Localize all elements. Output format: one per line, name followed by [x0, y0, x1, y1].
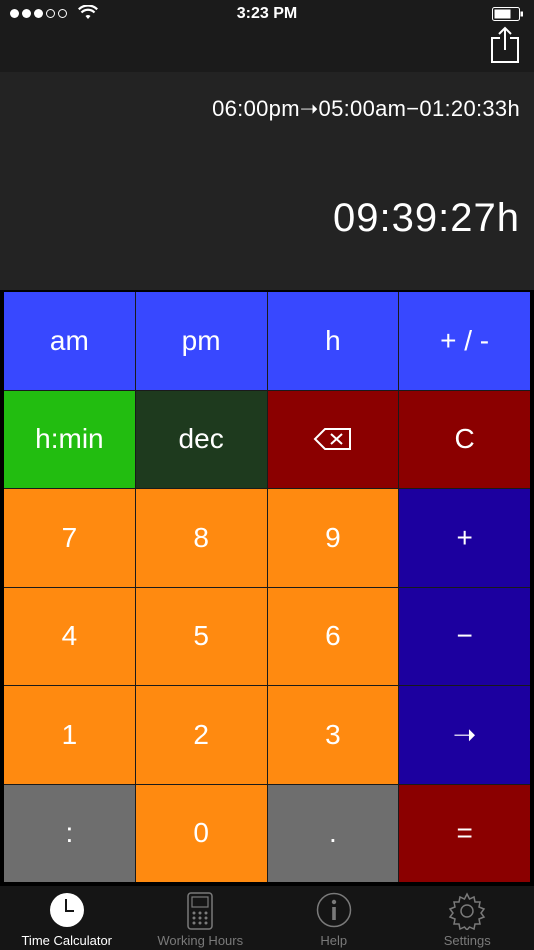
- colon-key[interactable]: :: [4, 784, 135, 882]
- time-clock-icon: [187, 892, 213, 930]
- tab-label: Help: [320, 933, 348, 948]
- backspace-icon: [313, 428, 351, 451]
- info-icon: [316, 892, 351, 928]
- tab-label: Working Hours: [157, 933, 244, 948]
- decimal-format-key[interactable]: dec: [135, 390, 267, 488]
- hmin-format-key[interactable]: h:min: [4, 390, 135, 488]
- equals-key[interactable]: =: [399, 784, 530, 882]
- expression-text: 06:00pm➝05:00am−01:20:33h: [212, 96, 520, 121]
- battery-icon: [492, 7, 523, 21]
- plus-key[interactable]: +: [399, 489, 530, 587]
- gear-icon: [449, 892, 486, 930]
- tab-settings[interactable]: Settings: [401, 886, 534, 950]
- calculator-display: 06:00pm➝05:00am−01:20:33h 09:39:27h: [0, 72, 534, 290]
- digit-0-key[interactable]: 0: [135, 784, 267, 882]
- digit-7-key[interactable]: 7: [4, 489, 135, 587]
- digit-8-key[interactable]: 8: [135, 489, 267, 587]
- clear-key[interactable]: C: [399, 390, 530, 488]
- digit-4-key[interactable]: 4: [4, 587, 135, 685]
- status-time: 3:23 PM: [236, 5, 298, 22]
- hours-key[interactable]: h: [267, 292, 399, 390]
- keypad: am pm h + / - h:min dec C 7 8 9 + 4 5 6 …: [4, 292, 530, 882]
- sign-toggle-key[interactable]: + / -: [399, 292, 530, 390]
- tab-working-hours[interactable]: Working Hours: [134, 886, 268, 950]
- am-key[interactable]: am: [4, 292, 135, 390]
- tab-label: Time Calculator: [21, 933, 113, 948]
- decimal-point-key[interactable]: .: [267, 784, 399, 882]
- digit-9-key[interactable]: 9: [267, 489, 399, 587]
- pm-key[interactable]: pm: [135, 292, 267, 390]
- tab-bar: Time Calculator Working Hours Help Setti…: [0, 886, 534, 950]
- digit-6-key[interactable]: 6: [267, 587, 399, 685]
- backspace-key[interactable]: [267, 390, 399, 488]
- digit-5-key[interactable]: 5: [135, 587, 267, 685]
- digit-2-key[interactable]: 2: [135, 686, 267, 784]
- arrow-key[interactable]: ➝: [399, 686, 530, 784]
- clock-icon: [49, 893, 84, 927]
- top-bar: 3:23 PM: [0, 0, 534, 72]
- minus-key[interactable]: −: [399, 587, 530, 685]
- tab-time-calculator[interactable]: Time Calculator: [0, 886, 134, 950]
- status-bar: 3:23 PM: [0, 0, 534, 28]
- digit-3-key[interactable]: 3: [267, 686, 399, 784]
- digit-1-key[interactable]: 1: [4, 686, 135, 784]
- tab-label: Settings: [443, 933, 491, 948]
- share-icon[interactable]: [490, 26, 520, 64]
- result-text: 09:39:27h: [333, 196, 520, 240]
- tab-help[interactable]: Help: [267, 886, 401, 950]
